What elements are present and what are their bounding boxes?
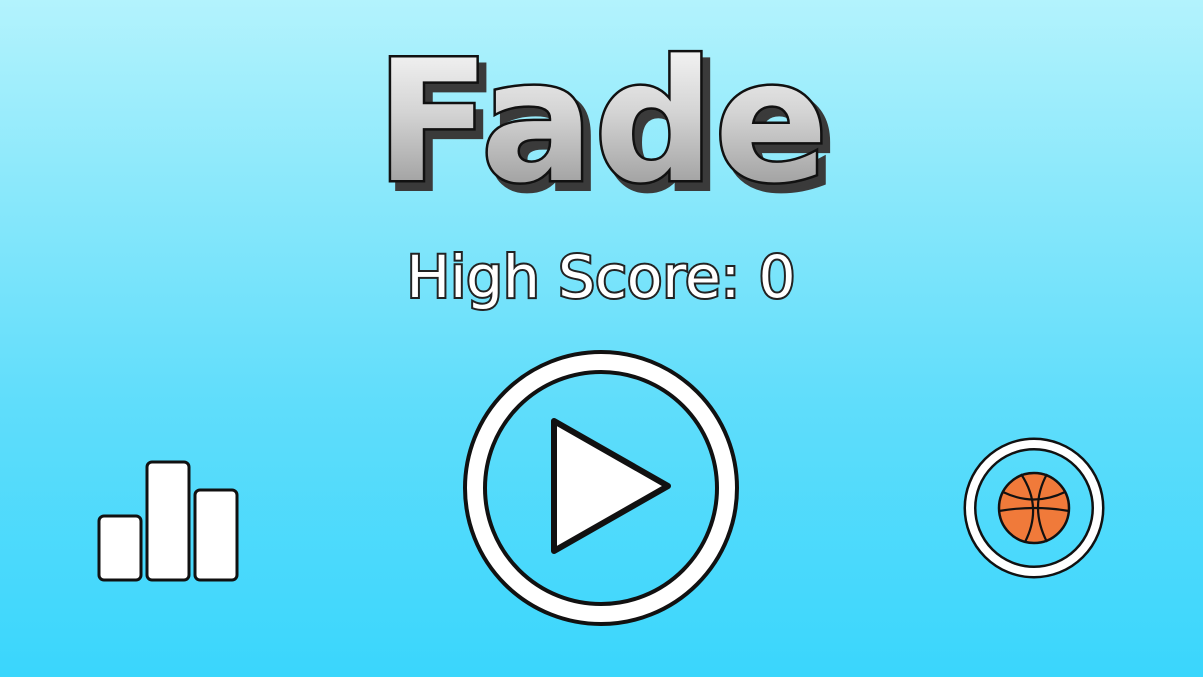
bar-chart-icon bbox=[97, 460, 239, 582]
game-title: Fade bbox=[376, 24, 828, 200]
high-score-area: High Score: 0 bbox=[0, 232, 1203, 322]
title-graphic: Fade Fade bbox=[373, 22, 838, 201]
play-button-graphic bbox=[463, 350, 739, 626]
high-score-text: High Score: 0 bbox=[406, 243, 795, 311]
ball-skin-button[interactable] bbox=[963, 437, 1105, 579]
play-icon bbox=[551, 418, 671, 554]
title-area: Fade Fade bbox=[0, 0, 1203, 201]
basketball-icon bbox=[997, 471, 1071, 545]
ball-skin-button-graphic bbox=[963, 437, 1105, 579]
play-button[interactable] bbox=[462, 349, 740, 627]
leaderboard-button[interactable] bbox=[96, 459, 242, 583]
high-score-graphic: High Score: 0 bbox=[404, 241, 797, 313]
